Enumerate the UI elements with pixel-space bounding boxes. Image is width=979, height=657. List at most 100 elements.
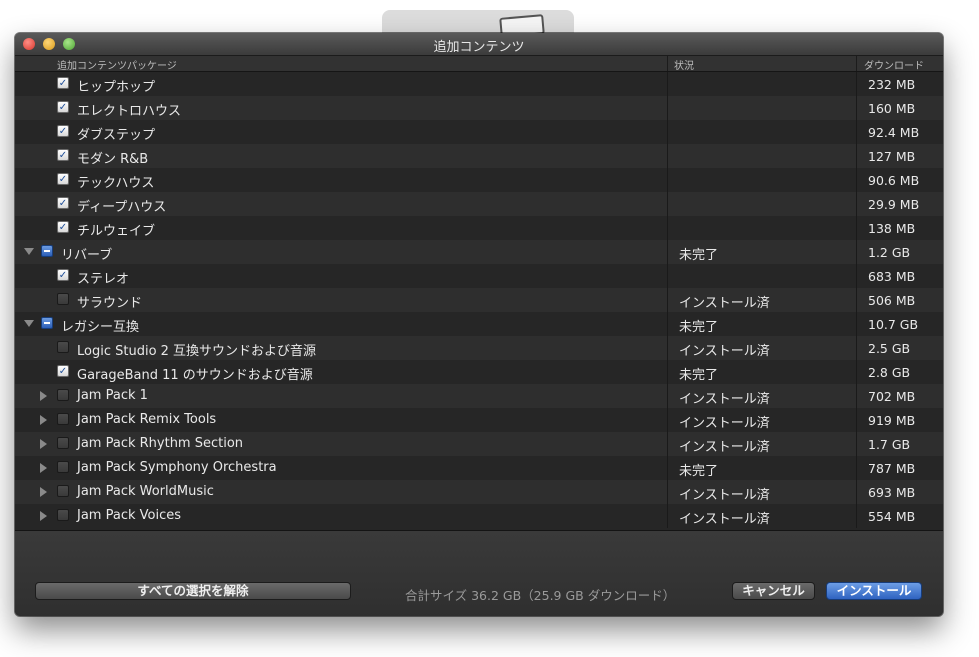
- package-name: Jam Pack WorldMusic: [77, 484, 214, 499]
- disclosure-closed-icon[interactable]: [40, 511, 47, 521]
- column-divider: [667, 96, 668, 120]
- column-divider: [856, 288, 857, 312]
- package-name: GarageBand 11 のサウンドおよび音源: [77, 368, 313, 383]
- list-item[interactable]: ✓ ヒップホップ 232 MB: [15, 72, 943, 96]
- disclosure-closed-icon[interactable]: [40, 391, 47, 401]
- disclosure-closed-icon[interactable]: [40, 463, 47, 473]
- package-status: インストール済: [679, 440, 770, 455]
- column-divider: [856, 408, 857, 432]
- column-header-name[interactable]: 追加コンテンツパッケージ: [57, 57, 177, 72]
- package-name: リバーブ: [61, 248, 113, 263]
- list-item[interactable]: Jam Pack Remix Tools インストール済 919 MB: [15, 408, 943, 432]
- checkbox-mixed[interactable]: [41, 317, 53, 329]
- list-item[interactable]: ✓ テックハウス 90.6 MB: [15, 168, 943, 192]
- list-item[interactable]: レガシー互換 未完了 10.7 GB: [15, 312, 943, 336]
- list-item[interactable]: ✓ チルウェイブ 138 MB: [15, 216, 943, 240]
- column-divider: [856, 480, 857, 504]
- column-divider[interactable]: [856, 56, 857, 71]
- checkbox-unchecked[interactable]: [57, 293, 69, 305]
- package-name: モダン R&B: [77, 152, 149, 167]
- column-divider: [856, 72, 857, 96]
- checkbox-checked[interactable]: ✓: [57, 197, 69, 209]
- list-item[interactable]: リバーブ 未完了 1.2 GB: [15, 240, 943, 264]
- checkbox-checked[interactable]: ✓: [57, 269, 69, 281]
- checkbox-unchecked[interactable]: [57, 389, 69, 401]
- list-item[interactable]: Jam Pack WorldMusic インストール済 693 MB: [15, 480, 943, 504]
- additional-content-window: 追加コンテンツ 追加コンテンツパッケージ 状況 ダウンロード ✓ ヒップホップ 23…: [15, 33, 943, 616]
- list-item[interactable]: ✓ エレクトロハウス 160 MB: [15, 96, 943, 120]
- disclosure-open-icon[interactable]: [24, 248, 34, 255]
- checkbox-mixed[interactable]: [41, 245, 53, 257]
- checkbox-checked[interactable]: ✓: [57, 173, 69, 185]
- checkbox-checked[interactable]: ✓: [57, 125, 69, 137]
- checkbox-unchecked[interactable]: [57, 485, 69, 497]
- column-divider: [667, 144, 668, 168]
- list-item[interactable]: ✓ ダブステップ 92.4 MB: [15, 120, 943, 144]
- checkbox-unchecked[interactable]: [57, 437, 69, 449]
- column-divider[interactable]: [667, 56, 668, 71]
- list-item[interactable]: ✓ ステレオ 683 MB: [15, 264, 943, 288]
- package-download-size: 138 MB: [868, 221, 916, 236]
- disclosure-closed-icon[interactable]: [40, 415, 47, 425]
- checkbox-unchecked[interactable]: [57, 413, 69, 425]
- column-divider: [856, 96, 857, 120]
- list-item[interactable]: Jam Pack Symphony Orchestra 未完了 787 MB: [15, 456, 943, 480]
- install-button[interactable]: インストール: [826, 582, 922, 600]
- package-download-size: 693 MB: [868, 485, 916, 500]
- checkbox-checked[interactable]: ✓: [57, 101, 69, 113]
- package-download-size: 232 MB: [868, 77, 916, 92]
- disclosure-closed-icon[interactable]: [40, 439, 47, 449]
- column-divider: [667, 288, 668, 312]
- package-status: インストール済: [679, 344, 770, 359]
- list-item[interactable]: Jam Pack Voices インストール済 554 MB: [15, 504, 943, 528]
- package-download-size: 506 MB: [868, 293, 916, 308]
- column-divider: [856, 456, 857, 480]
- deselect-all-button[interactable]: すべての選択を解除: [35, 582, 351, 600]
- column-divider: [667, 480, 668, 504]
- list-item[interactable]: Jam Pack 1 インストール済 702 MB: [15, 384, 943, 408]
- column-divider: [856, 120, 857, 144]
- column-divider: [856, 384, 857, 408]
- checkbox-unchecked[interactable]: [57, 509, 69, 521]
- footer-bar: すべての選択を解除 合計サイズ 36.2 GB（25.9 GB ダウンロード） …: [15, 530, 943, 616]
- checkbox-checked[interactable]: ✓: [57, 221, 69, 233]
- package-name: Logic Studio 2 互換サウンドおよび音源: [77, 344, 317, 359]
- package-name: チルウェイブ: [77, 224, 156, 239]
- column-divider: [667, 408, 668, 432]
- checkbox-checked[interactable]: ✓: [57, 149, 69, 161]
- checkbox-checked[interactable]: ✓: [57, 77, 69, 89]
- checkbox-checked[interactable]: ✓: [57, 365, 69, 377]
- list-item[interactable]: ✓ ディープハウス 29.9 MB: [15, 192, 943, 216]
- package-status: インストール済: [679, 488, 770, 503]
- package-download-size: 160 MB: [868, 101, 916, 116]
- total-size-text: 合計サイズ 36.2 GB（25.9 GB ダウンロード）: [405, 588, 676, 603]
- column-divider: [667, 360, 668, 384]
- package-download-size: 90.6 MB: [868, 173, 920, 188]
- window-title: 追加コンテンツ: [433, 40, 525, 55]
- title-bar: 追加コンテンツ: [15, 33, 943, 56]
- column-divider: [667, 456, 668, 480]
- list-item[interactable]: サラウンド インストール済 506 MB: [15, 288, 943, 312]
- list-item[interactable]: Jam Pack Rhythm Section インストール済 1.7 GB: [15, 432, 943, 456]
- package-name: ステレオ: [77, 272, 130, 287]
- disclosure-open-icon[interactable]: [24, 320, 34, 327]
- package-name: Jam Pack Remix Tools: [77, 412, 217, 427]
- column-header-download[interactable]: ダウンロード: [864, 57, 924, 72]
- cancel-button[interactable]: キャンセル: [732, 582, 815, 600]
- list-item[interactable]: Logic Studio 2 互換サウンドおよび音源 インストール済 2.5 GB: [15, 336, 943, 360]
- package-download-size: 919 MB: [868, 413, 916, 428]
- list-item[interactable]: ✓ モダン R&B 127 MB: [15, 144, 943, 168]
- column-divider: [856, 264, 857, 288]
- column-divider: [667, 264, 668, 288]
- checkbox-unchecked[interactable]: [57, 341, 69, 353]
- list-item[interactable]: ✓ GarageBand 11 のサウンドおよび音源 未完了 2.8 GB: [15, 360, 943, 384]
- package-download-size: 29.9 MB: [868, 197, 920, 212]
- package-status: 未完了: [679, 368, 719, 383]
- checkbox-unchecked[interactable]: [57, 461, 69, 473]
- column-header-status[interactable]: 状況: [674, 57, 694, 72]
- column-divider: [856, 504, 857, 528]
- column-divider: [856, 336, 857, 360]
- package-status: インストール済: [679, 512, 770, 527]
- column-divider: [667, 384, 668, 408]
- disclosure-closed-icon[interactable]: [40, 487, 47, 497]
